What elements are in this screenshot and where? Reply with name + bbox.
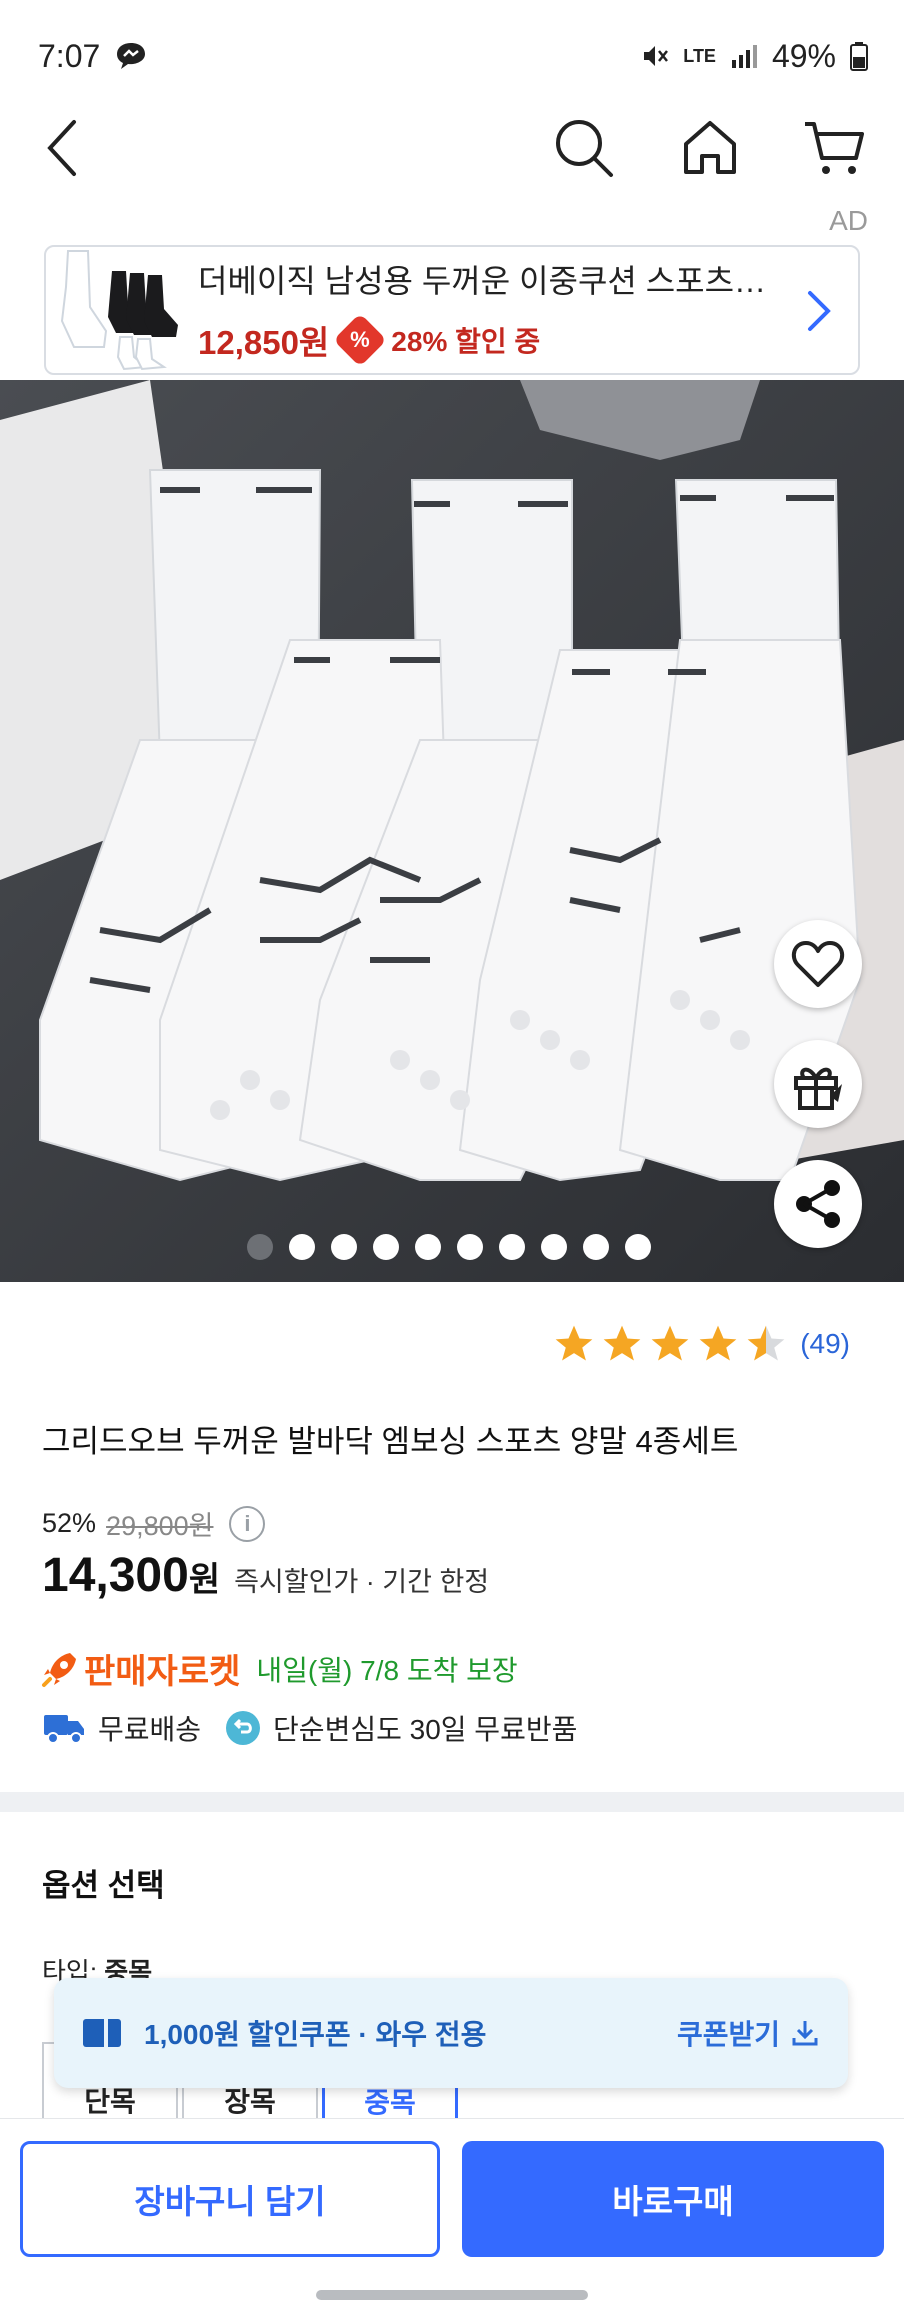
mute-icon (644, 46, 669, 66)
network-label: LTE (683, 46, 716, 66)
app-header (0, 100, 904, 190)
star-full-icon (699, 1325, 737, 1361)
coupon-download-button[interactable]: 쿠폰받기 (677, 2013, 820, 2053)
info-icon[interactable]: i (229, 1505, 266, 1542)
cart-button[interactable] (794, 108, 874, 188)
star-half-icon (747, 1325, 785, 1361)
star-full-icon (603, 1325, 641, 1361)
free-shipping-label: 무료배송 (98, 1714, 202, 1745)
gift-icon (794, 1067, 842, 1110)
sponsored-banner[interactable]: 더베이직 남성용 두꺼운 이중쿠션 스포츠… 12,850원 % 28% 할인 … (44, 245, 860, 375)
gift-button[interactable] (774, 1040, 862, 1128)
carousel-dot[interactable] (583, 1234, 609, 1260)
carousel-pagination (247, 1234, 651, 1260)
chevron-right-icon (808, 291, 831, 331)
status-left: 7:07 (38, 38, 148, 75)
search-icon (556, 120, 613, 177)
coupon-info: 1,000원 할인쿠폰 · 와우 전용 (82, 2013, 486, 2053)
sale-price: 14,300 (42, 1549, 189, 1602)
section-divider (0, 1792, 904, 1812)
carousel-dot[interactable] (373, 1234, 399, 1260)
share-icon (796, 1180, 840, 1228)
add-to-cart-button[interactable]: 장바구니 담기 (20, 2141, 440, 2257)
product-title: 그리드오브 두꺼운 발바닥 엠보싱 스포츠 양말 4종세트 (42, 1424, 739, 1459)
status-bar: 7:07 LTE 49% (0, 0, 904, 112)
review-count[interactable]: (49) (800, 1328, 850, 1360)
product-photo (0, 380, 904, 1282)
rocket-icon (42, 1652, 76, 1687)
discount-badge-symbol: % (350, 327, 371, 352)
carousel-dot[interactable] (499, 1234, 525, 1260)
gesture-nav-handle[interactable] (316, 2290, 588, 2300)
free-returns: 단순변심도 30일 무료반품 (225, 1708, 577, 1748)
ad-label: AD (829, 205, 868, 236)
return-icon (226, 1711, 261, 1745)
download-icon (792, 2021, 818, 2046)
banner-price: 12,850원 (198, 324, 330, 361)
delivery-eta: 내일(월) 7/8 도착 보장 (256, 1654, 518, 1686)
carousel-dot[interactable] (289, 1234, 315, 1260)
star-full-icon (555, 1325, 593, 1361)
seller-rocket-label: 판매자로켓 (84, 1653, 241, 1691)
price-discount-row: 52% 29,800원 i (42, 1504, 266, 1543)
carousel-dot[interactable] (625, 1234, 651, 1260)
original-price: 29,800원 (106, 1511, 214, 1541)
banner-thumbnail (54, 247, 184, 373)
coupon-action-label: 쿠폰받기 (676, 2019, 780, 2050)
status-right: LTE 49% (639, 38, 868, 75)
truck-icon (44, 1715, 84, 1744)
banner-text: 더베이직 남성용 두꺼운 이중쿠션 스포츠… 12,850원 % 28% 할인 … (198, 256, 788, 367)
cart-icon (805, 122, 864, 174)
free-shipping: 무료배송 (42, 1708, 201, 1748)
bottom-action-bar: 장바구니 담기 바로구매 (0, 2118, 904, 2278)
messenger-notification-icon (117, 43, 146, 69)
banner-title: 더베이직 남성용 두꺼운 이중쿠션 스포츠… (198, 263, 767, 299)
banner-price-row: 12,850원 % 28% 할인 중 (198, 313, 788, 367)
carousel-dot[interactable] (457, 1234, 483, 1260)
home-icon (684, 121, 736, 174)
signal-icon (731, 45, 757, 68)
product-image-carousel[interactable] (0, 380, 904, 1282)
price-note: 즉시할인가 · 기간 한정 (234, 1567, 490, 1597)
seller-rocket-badge: 판매자로켓 (40, 1644, 240, 1693)
coupon-icon (83, 2019, 121, 2047)
coupon-banner[interactable]: 1,000원 할인쿠폰 · 와우 전용 쿠폰받기 (54, 1978, 848, 2088)
search-button[interactable] (544, 108, 624, 188)
benefits-row: 무료배송 단순변심도 30일 무료반품 (42, 1708, 587, 1748)
delivery-row: 판매자로켓 내일(월) 7/8 도착 보장 (40, 1644, 518, 1693)
star-full-icon (651, 1325, 689, 1361)
home-button[interactable] (670, 108, 750, 188)
battery-percent: 49% (771, 37, 836, 74)
option-section-title: 옵션 선택 (42, 1868, 165, 1903)
wishlist-button[interactable] (774, 920, 862, 1008)
carousel-dot[interactable] (331, 1234, 357, 1260)
sale-price-row: 14,300원 즉시할인가 · 기간 한정 (42, 1548, 489, 1603)
discount-rate: 52% (42, 1508, 97, 1538)
sale-price-unit: 원 (188, 1561, 221, 1599)
back-button[interactable] (22, 108, 102, 188)
chevron-left-icon (47, 120, 76, 176)
coupon-text: 1,000원 할인쿠폰 · 와우 전용 (144, 2019, 487, 2050)
battery-icon (850, 42, 868, 71)
status-time: 7:07 (38, 37, 101, 74)
discount-badge-icon: % (333, 313, 388, 367)
buy-now-button[interactable]: 바로구매 (462, 2141, 884, 2257)
free-returns-label: 단순변심도 30일 무료반품 (273, 1714, 578, 1745)
carousel-dot[interactable] (541, 1234, 567, 1260)
carousel-dot[interactable] (247, 1234, 273, 1260)
sale-price-group: 14,300원 (42, 1548, 220, 1603)
carousel-dot[interactable] (415, 1234, 441, 1260)
product-rating[interactable]: (49) (552, 1322, 850, 1366)
heart-icon (791, 941, 845, 987)
banner-discount: 28% 할인 중 (391, 326, 541, 357)
share-button[interactable] (774, 1160, 862, 1248)
